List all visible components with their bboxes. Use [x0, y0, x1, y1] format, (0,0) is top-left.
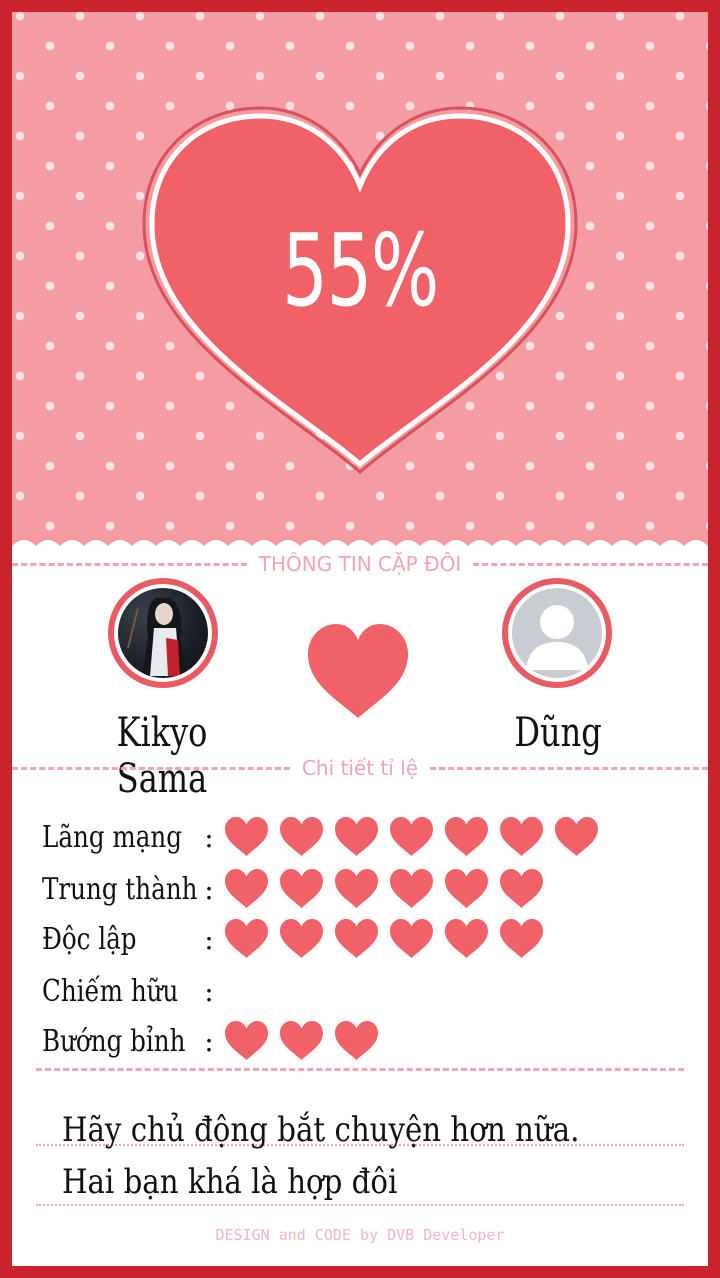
- heart-icon: [555, 817, 598, 856]
- stat-colon: :: [204, 974, 214, 1008]
- heart-icon: [280, 919, 323, 958]
- advice-text: Hãy chủ động bắt chuyện hơn nữa. Hai bạn…: [62, 1110, 580, 1202]
- dashed-line-left: [12, 562, 247, 566]
- stat-row: Lãng mạng:: [42, 812, 599, 862]
- dashed-line-right: [430, 766, 708, 770]
- person1-photo: [118, 588, 208, 678]
- heart-icon: [335, 919, 378, 958]
- heart-icon: [390, 817, 433, 856]
- person2-avatar[interactable]: [502, 578, 612, 688]
- heart-icon: [500, 919, 543, 958]
- dashed-line-right: [473, 562, 708, 566]
- couple-info-header: THÔNG TIN CẶP ĐÔI: [12, 552, 708, 576]
- heart-icon: [390, 919, 433, 958]
- heart-icon: [500, 869, 543, 908]
- match-percentage: 55%: [282, 212, 439, 329]
- stat-label: Bướng bỉnh: [42, 1023, 186, 1059]
- heart-icon: [225, 1021, 268, 1060]
- couple-info-title: THÔNG TIN CẶP ĐÔI: [258, 552, 462, 576]
- heart-icon: [335, 869, 378, 908]
- stat-hearts: [224, 918, 544, 960]
- person1-avatar[interactable]: [108, 578, 218, 688]
- heart-icon: [280, 817, 323, 856]
- stat-hearts: [224, 816, 599, 858]
- middle-heart-icon: [308, 624, 408, 718]
- heart-icon: [445, 919, 488, 958]
- stat-colon: :: [204, 922, 214, 956]
- heart-icon: [225, 919, 268, 958]
- ratio-details-header: Chi tiết tỉ lệ: [12, 756, 708, 780]
- section-divider: [36, 1068, 684, 1071]
- stat-label: Lãng mạng: [42, 819, 183, 855]
- ratio-details-title: Chi tiết tỉ lệ: [301, 756, 419, 780]
- heart-icon: [225, 817, 268, 856]
- heart-icon: [335, 1021, 378, 1060]
- heart-icon: [390, 869, 433, 908]
- stat-colon: :: [204, 872, 214, 906]
- stat-colon: :: [204, 1024, 214, 1058]
- stat-row: Độc lập:: [42, 914, 544, 964]
- stat-label: Độc lập: [42, 921, 137, 957]
- dashed-line-left: [12, 766, 290, 770]
- heart-icon: [280, 869, 323, 908]
- stat-hearts: [224, 868, 544, 910]
- anime-character-image: [127, 598, 188, 676]
- stat-row: Bướng bỉnh:: [42, 1016, 379, 1066]
- stat-colon: :: [204, 820, 214, 854]
- heart-icon: [225, 869, 268, 908]
- stat-row: Chiếm hữu:: [42, 966, 224, 1016]
- footer-credit: DESIGN and CODE by DVB Developer: [215, 1226, 505, 1244]
- app-frame: 55% THÔNG TIN CẶP ĐÔI Kikyo Sama Dũng Ch…: [0, 0, 720, 1278]
- stat-row: Trung thành:: [42, 864, 544, 914]
- heart-icon: [445, 869, 488, 908]
- heart-icon: [500, 817, 543, 856]
- result-card: 55% THÔNG TIN CẶP ĐÔI Kikyo Sama Dũng Ch…: [12, 12, 708, 1266]
- person2-photo: [512, 588, 602, 678]
- heart-icon: [280, 1021, 323, 1060]
- person2-name: Dũng: [514, 710, 602, 756]
- stat-label: Chiếm hữu: [42, 973, 179, 1009]
- heart-icon: [335, 817, 378, 856]
- stat-label: Trung thành: [42, 871, 198, 907]
- default-user-icon: [526, 605, 588, 670]
- heart-icon: [445, 817, 488, 856]
- stat-hearts: [224, 1020, 379, 1062]
